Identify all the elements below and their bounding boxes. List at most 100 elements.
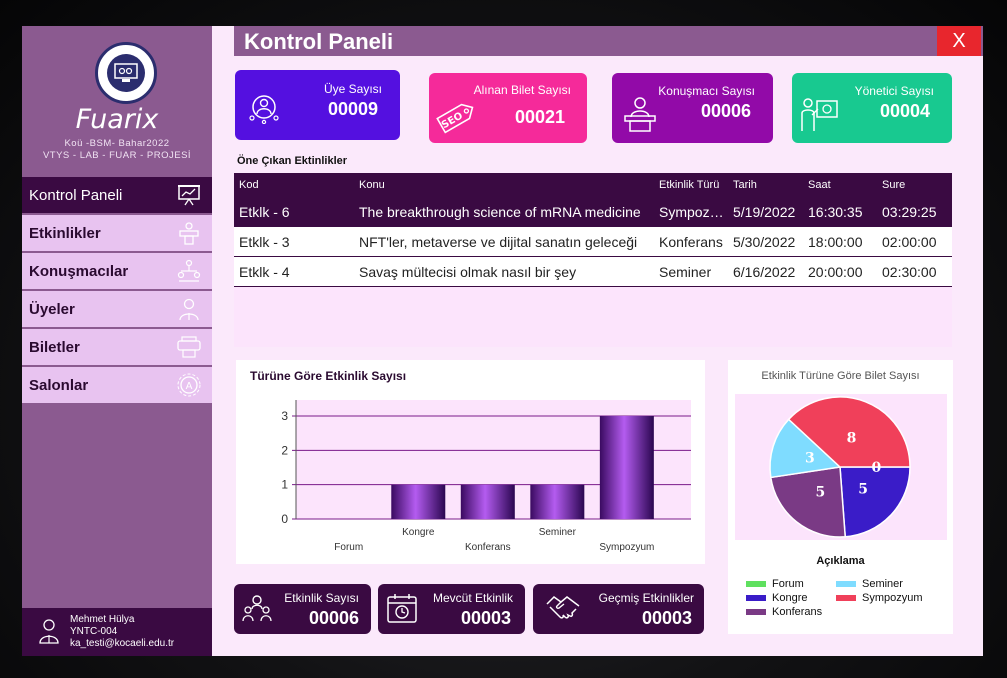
- stat-card-mevcut: Mevcüt Etkinlik 00003: [378, 584, 525, 634]
- stat-label: Yönetici Sayısı: [854, 84, 934, 98]
- legend-item: Sympozyum: [836, 592, 923, 604]
- x-tick-label: Forum: [334, 542, 363, 553]
- column-header[interactable]: Tarih: [728, 179, 803, 191]
- app-window: Fuarix Koü -BSM- Bahar2022 VTYS - LAB - …: [22, 26, 983, 656]
- section-title: Öne Çıkan Ektinlikler: [237, 155, 348, 167]
- sidebar: Fuarix Koü -BSM- Bahar2022 VTYS - LAB - …: [22, 26, 212, 656]
- table-cell: 02:00:00: [882, 233, 937, 250]
- table-cell: Seminer: [659, 263, 712, 280]
- column-header[interactable]: Kod: [234, 179, 354, 191]
- brand-title: Fuarix: [75, 104, 159, 135]
- sidebar-nav: Kontrol Paneli Etkinlikler Konuşmacılar …: [22, 177, 212, 405]
- group-icon: [242, 592, 272, 627]
- table-header: Kod Konu Etkinlik Türü Tarih Saat Sure: [234, 173, 952, 197]
- table-cell: NFT'ler, metaverse ve dijital sanatın ge…: [359, 233, 638, 250]
- column-header[interactable]: Etkinlik Türü: [654, 179, 728, 191]
- column-header[interactable]: Saat: [803, 179, 877, 191]
- sidebar-item-label: Kontrol Paneli: [29, 186, 123, 204]
- gear-badge-icon: A: [176, 372, 202, 398]
- column-header[interactable]: Konu: [354, 179, 654, 191]
- table-cell: 6/16/2022: [733, 263, 796, 280]
- table-cell: Sympozyum: [659, 203, 728, 220]
- y-tick-label: 0: [281, 512, 288, 526]
- legend-item: Kongre: [746, 592, 807, 604]
- pie-chart-panel: Etkinlik Türüne Göre Bilet Sayısı 55380 …: [728, 360, 953, 634]
- stat-card-konusmaci: Konuşmacı Sayısı 00006: [612, 73, 773, 143]
- x-tick-label: Kongre: [402, 527, 435, 538]
- sidebar-item-salonlar[interactable]: Salonlar A: [22, 367, 212, 403]
- y-tick-label: 2: [281, 443, 288, 457]
- table-row[interactable]: Etklk - 4 Savaş mültecisi olmak nasıl bi…: [234, 257, 952, 287]
- user-email: ka_testi@kocaeli.edu.tr: [70, 638, 175, 649]
- table-cell: Konferans: [659, 233, 723, 250]
- stat-card-gecmis: Geçmiş Etkinlikler 00003: [533, 584, 704, 634]
- speaker-podium-icon: [622, 95, 658, 138]
- presentation-chart-icon: [176, 182, 202, 208]
- ticket-printer-icon: [176, 334, 202, 360]
- bar-seminer: [530, 484, 585, 519]
- stat-value: 00006: [700, 101, 751, 121]
- stat-value: 00004: [879, 101, 930, 121]
- stat-value: 00003: [641, 608, 692, 628]
- table-cell: 03:29:25: [882, 203, 937, 220]
- bar-chart-panel: Türüne Göre Etkinlik Sayısı 0 1 2 3 Forum Kon…: [236, 360, 705, 564]
- user-info: Mehmet Hülya YNTC-004 ka_testi@kocaeli.e…: [22, 608, 212, 656]
- x-tick-label: Seminer: [539, 527, 577, 538]
- table-cell: 16:30:35: [808, 203, 863, 220]
- user-icon: [176, 296, 202, 322]
- stat-card-etkinlik: Etkinlik Sayısı 00006: [234, 584, 371, 634]
- stat-value: 00021: [514, 107, 565, 127]
- stat-value: 00009: [327, 99, 378, 119]
- podium-icon: [176, 220, 202, 246]
- pie-data-label: 3: [805, 451, 815, 467]
- sidebar-item-label: Salonlar: [29, 376, 89, 394]
- sidebar-item-uyeler[interactable]: Üyeler: [22, 291, 212, 327]
- page-title: Kontrol Paneli: [244, 29, 394, 54]
- sidebar-item-label: Etkinlikler: [29, 224, 101, 242]
- sidebar-item-konusmacilar[interactable]: Konuşmacılar: [22, 253, 212, 289]
- network-people-icon: [176, 258, 202, 284]
- table-row[interactable]: Etklk - 3 NFT'ler, metaverse ve dijital …: [234, 227, 952, 257]
- pie-chart: 5 5 3 80: [735, 394, 947, 540]
- table-cell: 5/19/2022: [733, 203, 796, 220]
- sidebar-item-biletler[interactable]: Biletler: [22, 329, 212, 365]
- stat-card-yonetici: Yönetici Sayısı 00004: [792, 73, 952, 143]
- stat-label: Geçmiş Etkinlikler: [598, 591, 694, 605]
- y-tick-label: 1: [281, 478, 288, 492]
- column-header[interactable]: Sure: [877, 179, 952, 191]
- table-row[interactable]: Etklk - 6 The breakthrough science of mR…: [234, 197, 952, 227]
- table-cell: Etklk - 4: [239, 263, 290, 280]
- stat-label: Etkinlik Sayısı: [284, 591, 359, 605]
- pie-data-label: 5: [858, 481, 868, 497]
- sidebar-item-etkinlikler[interactable]: Etkinlikler: [22, 215, 212, 251]
- table-cell: Etklk - 6: [239, 203, 290, 220]
- sidebar-item-kontrol-paneli[interactable]: Kontrol Paneli: [22, 177, 212, 213]
- events-table: Kod Konu Etkinlik Türü Tarih Saat Sure E…: [234, 173, 952, 347]
- stat-label: Alınan Bilet Sayısı: [473, 83, 571, 97]
- pie-data-label: 5: [815, 485, 825, 501]
- stat-label: Mevcüt Etkinlik: [432, 591, 513, 605]
- seo-tag-icon: SEO: [435, 97, 477, 142]
- stat-value: 00006: [308, 608, 359, 628]
- stat-label: Üye Sayısı: [323, 82, 382, 96]
- project-subtitle: VTYS - LAB - FUAR - PROJESİ: [42, 150, 192, 161]
- user-avatar-icon: [38, 618, 60, 647]
- user-name: Mehmet Hülya: [70, 614, 135, 625]
- table-cell: 5/30/2022: [733, 233, 796, 250]
- university-logo: [95, 42, 157, 104]
- legend-item: Seminer: [836, 578, 903, 590]
- bar-chart: 0 1 2 3 Forum Kongre Konferans Seminer Sympozyum: [281, 400, 691, 553]
- user-code: YNTC-004: [70, 626, 118, 637]
- bar-konferans: [460, 484, 515, 519]
- table-cell: 18:00:00: [808, 233, 863, 250]
- stat-card-bilet: SEO Alınan Bilet Sayısı 00021: [429, 73, 587, 143]
- stat-label: Konuşmacı Sayısı: [658, 84, 755, 98]
- pie-data-label: 0: [872, 460, 882, 476]
- bar-kongre: [391, 484, 446, 519]
- table-cell: 02:30:00: [882, 263, 937, 280]
- stat-card-uye: Üye Sayısı 00009: [235, 70, 400, 140]
- legend-item: Konferans: [746, 606, 822, 618]
- network-users-icon: [247, 90, 281, 129]
- close-button[interactable]: X: [937, 26, 981, 56]
- calendar-clock-icon: [386, 592, 418, 629]
